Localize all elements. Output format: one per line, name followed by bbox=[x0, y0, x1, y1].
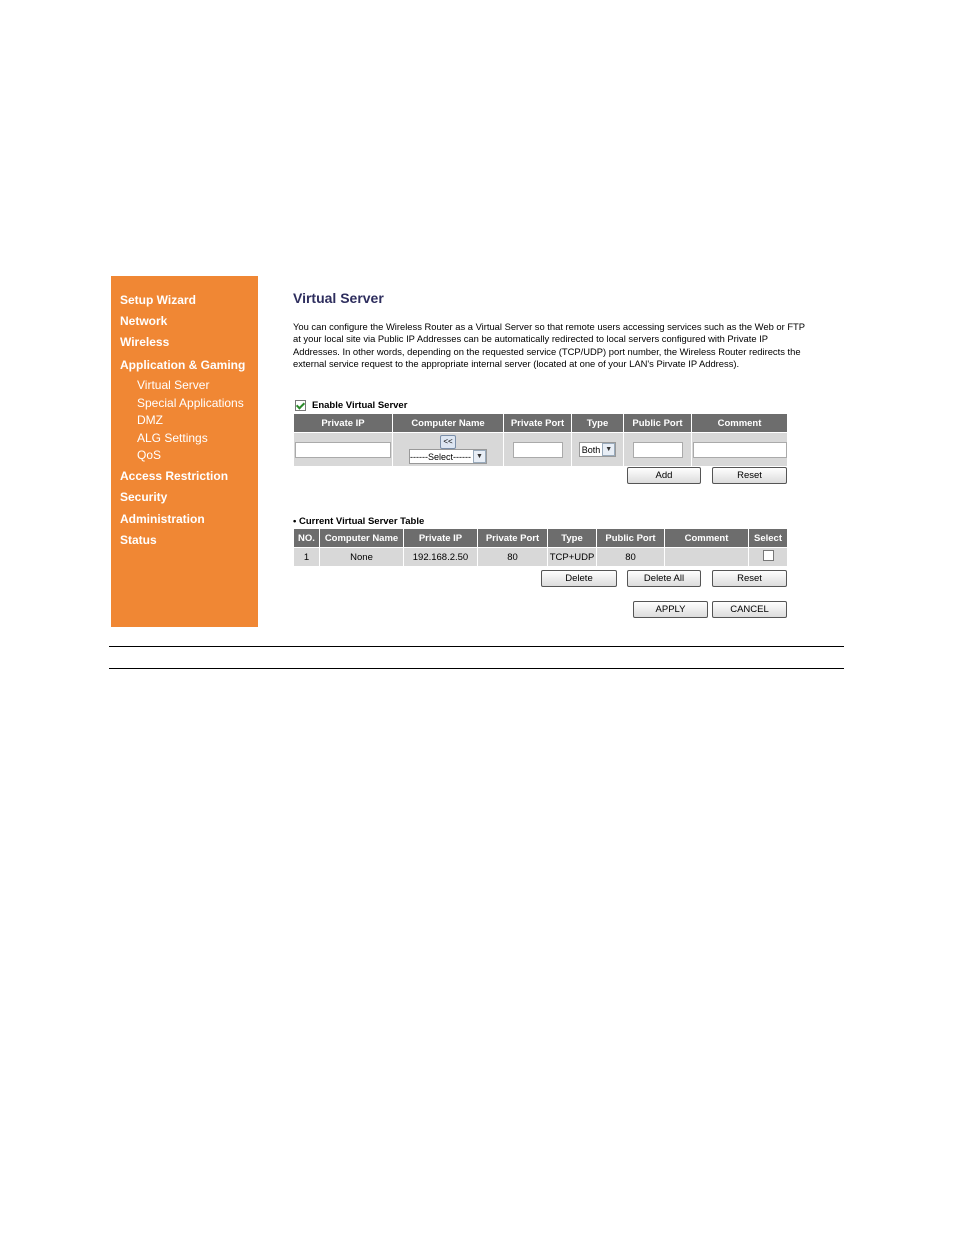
col-private-port: Private Port bbox=[503, 413, 572, 433]
page-description: You can configure the Wireless Router as… bbox=[293, 321, 805, 369]
col-select: Select bbox=[748, 528, 788, 548]
sidebar-item-administration[interactable]: Administration bbox=[120, 512, 205, 526]
sidebar-item-application-gaming[interactable]: Application & Gaming bbox=[120, 358, 245, 372]
delete-button[interactable]: Delete bbox=[541, 570, 617, 587]
col-public-port: Public Port bbox=[596, 528, 665, 548]
row-comment bbox=[664, 547, 749, 567]
chevron-down-icon[interactable]: ▼ bbox=[472, 450, 486, 463]
private-ip-input[interactable] bbox=[295, 441, 391, 458]
private-port-input[interactable] bbox=[512, 441, 563, 458]
col-type: Type bbox=[571, 413, 624, 433]
sidebar-subitem-alg-settings[interactable]: ALG Settings bbox=[137, 431, 208, 445]
row-no: 1 bbox=[293, 547, 320, 567]
sidebar-item-access-restriction[interactable]: Access Restriction bbox=[120, 469, 228, 483]
enable-virtual-server-label: Enable Virtual Server bbox=[312, 400, 408, 411]
apply-button[interactable]: APPLY bbox=[633, 601, 708, 618]
copy-computer-button[interactable]: << bbox=[440, 435, 456, 449]
col-public-port: Public Port bbox=[623, 413, 692, 433]
sidebar-subitem-virtual-server[interactable]: Virtual Server bbox=[137, 378, 209, 392]
sidebar-item-status[interactable]: Status bbox=[120, 533, 157, 547]
row-public-port: 80 bbox=[596, 547, 665, 567]
sidebar-item-wireless[interactable]: Wireless bbox=[120, 335, 169, 349]
public-port-input[interactable] bbox=[632, 441, 683, 458]
cancel-button[interactable]: CANCEL bbox=[712, 601, 787, 618]
table-row: 1 None 192.168.2.50 80 TCP+UDP 80 bbox=[293, 547, 788, 567]
col-comment: Comment bbox=[664, 528, 749, 548]
sidebar-subitem-special-applications[interactable]: Special Applications bbox=[137, 396, 244, 410]
enable-virtual-server-checkbox[interactable] bbox=[295, 400, 306, 411]
row-private-ip: 192.168.2.50 bbox=[403, 547, 478, 567]
computer-name-select-value: ------Select------ bbox=[410, 451, 471, 462]
computer-name-select[interactable]: ------Select------ ▼ bbox=[409, 449, 487, 464]
sidebar-nav: Setup Wizard Network Wireless Applicatio… bbox=[111, 276, 258, 627]
delete-all-button[interactable]: Delete All bbox=[627, 570, 701, 587]
row-private-port: 80 bbox=[477, 547, 548, 567]
entry-table: Private IP Computer Name Private Port Ty… bbox=[293, 413, 788, 467]
add-button[interactable]: Add bbox=[627, 467, 701, 484]
sidebar-item-setup-wizard[interactable]: Setup Wizard bbox=[120, 293, 196, 307]
enable-virtual-server[interactable]: Enable Virtual Server bbox=[295, 400, 407, 411]
sidebar-subitem-qos[interactable]: QoS bbox=[137, 448, 161, 462]
type-select[interactable]: Both ▼ bbox=[578, 442, 617, 457]
col-no: NO. bbox=[293, 528, 320, 548]
divider-line bbox=[109, 668, 844, 669]
comment-input[interactable] bbox=[692, 441, 787, 458]
sidebar-item-security[interactable]: Security bbox=[120, 490, 167, 504]
table-reset-button[interactable]: Reset bbox=[712, 570, 787, 587]
current-table-title: • Current Virtual Server Table bbox=[293, 516, 425, 527]
row-type: TCP+UDP bbox=[547, 547, 597, 567]
entry-reset-button[interactable]: Reset bbox=[712, 467, 787, 484]
col-private-ip: Private IP bbox=[403, 528, 478, 548]
col-private-ip: Private IP bbox=[293, 413, 393, 433]
row-select-checkbox[interactable] bbox=[762, 550, 774, 561]
chevron-down-icon[interactable]: ▼ bbox=[602, 443, 616, 456]
row-computer-name: None bbox=[319, 547, 404, 567]
current-table-title-text: Current Virtual Server Table bbox=[298, 516, 425, 527]
col-computer-name: Computer Name bbox=[392, 413, 504, 433]
col-private-port: Private Port bbox=[477, 528, 548, 548]
col-comment: Comment bbox=[691, 413, 788, 433]
page-title: Virtual Server bbox=[293, 290, 384, 306]
col-computer-name: Computer Name bbox=[319, 528, 404, 548]
sidebar-item-network[interactable]: Network bbox=[120, 314, 167, 328]
divider-line bbox=[109, 646, 844, 647]
current-server-table: NO. Computer Name Private IP Private Por… bbox=[293, 528, 788, 567]
type-select-value: Both bbox=[581, 444, 601, 455]
col-type: Type bbox=[547, 528, 597, 548]
sidebar-subitem-dmz[interactable]: DMZ bbox=[137, 413, 163, 427]
